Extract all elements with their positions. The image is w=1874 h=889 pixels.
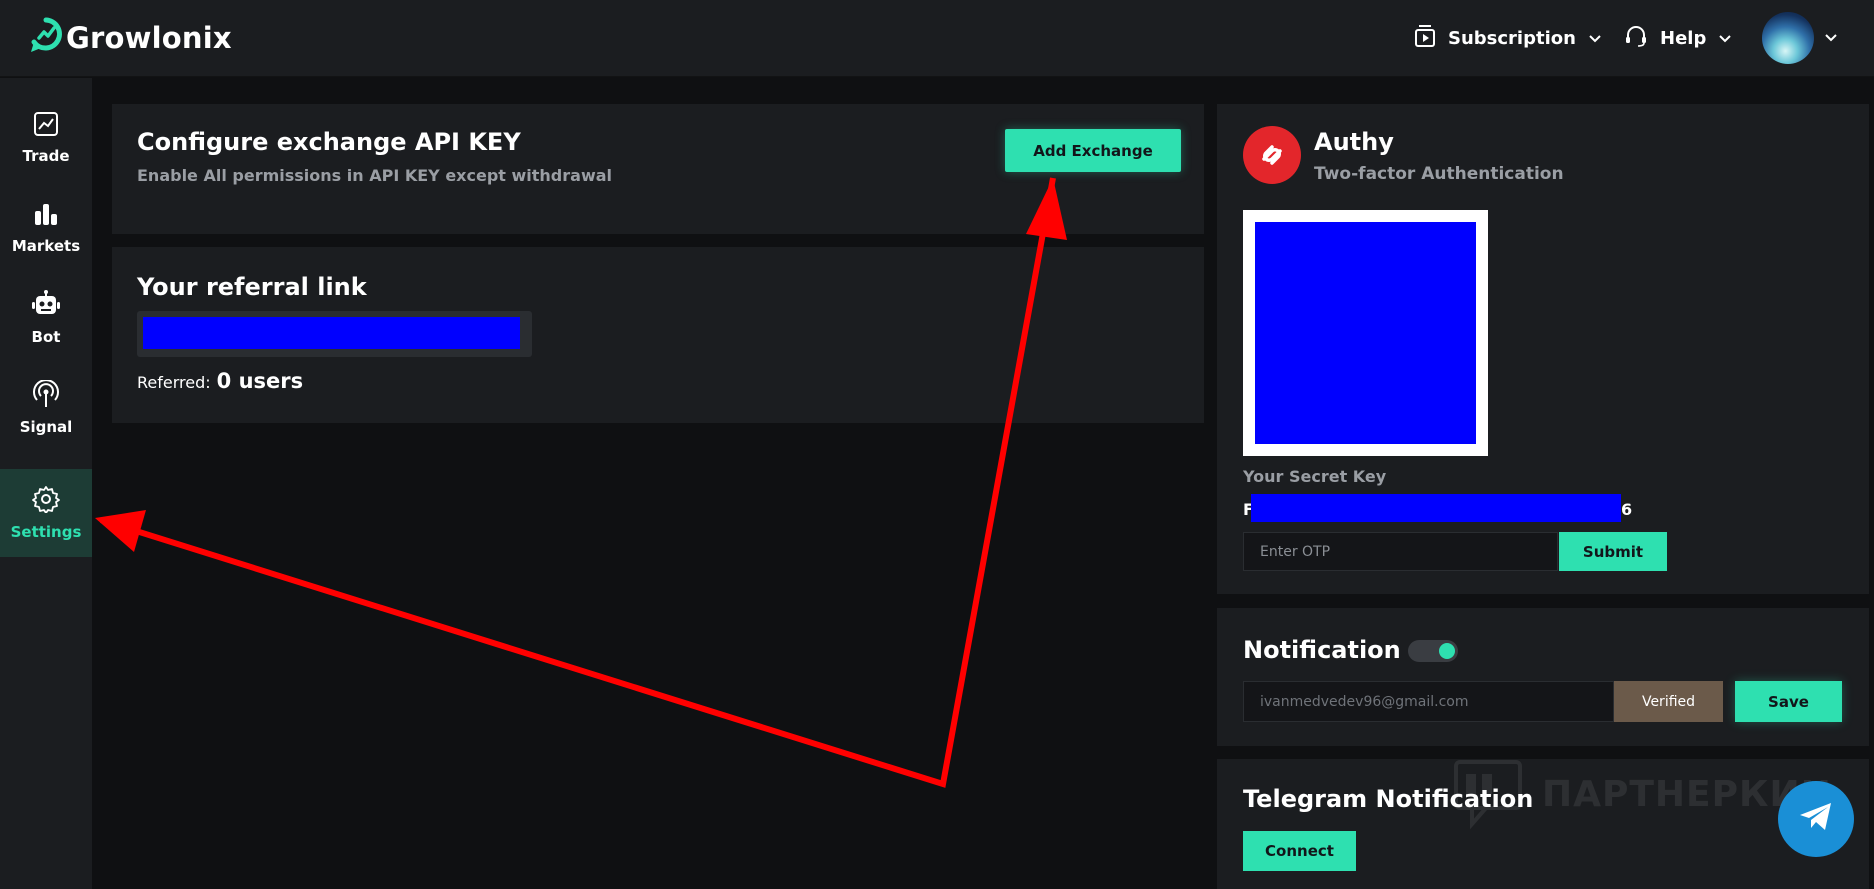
chevron-down-icon xyxy=(1588,28,1602,49)
referral-link-redacted xyxy=(143,317,520,349)
chevron-down-icon xyxy=(1718,28,1732,49)
qr-code-redacted xyxy=(1255,222,1476,444)
sidebar: Trade Markets Bot Signal Settings xyxy=(0,78,92,889)
sidebar-item-trade[interactable]: Trade xyxy=(0,94,92,182)
toggle-knob xyxy=(1439,643,1455,659)
top-header: Growlonix Subscription Help xyxy=(0,0,1874,77)
app-logo[interactable]: Growlonix xyxy=(28,16,232,60)
sidebar-item-bot[interactable]: Bot xyxy=(0,274,92,362)
sidebar-item-label: Markets xyxy=(11,237,81,255)
referred-count-row: Referred: 0 users xyxy=(137,369,303,393)
exchange-title: Configure exchange API KEY xyxy=(137,128,521,156)
authy-panel: Authy Two-factor Authentication Your Sec… xyxy=(1217,104,1869,594)
sidebar-item-label: Settings xyxy=(10,523,82,541)
secret-key-label: Your Secret Key xyxy=(1243,467,1387,486)
referral-panel: Your referral link Referred: 0 users xyxy=(112,247,1204,423)
authy-subtitle: Two-factor Authentication xyxy=(1314,164,1564,184)
paper-plane-icon xyxy=(1798,801,1834,837)
sidebar-item-label: Signal xyxy=(19,418,73,436)
save-button[interactable]: Save xyxy=(1735,681,1842,722)
subscription-menu[interactable]: Subscription xyxy=(1414,24,1602,53)
bar-chart-icon xyxy=(33,201,59,231)
notification-panel: Notification ivanmedvedev96@gmail.com Ve… xyxy=(1217,608,1869,746)
telegram-connect-button[interactable]: Connect xyxy=(1243,831,1356,871)
app-name: Growlonix xyxy=(66,21,232,55)
sidebar-item-label: Trade xyxy=(22,147,70,165)
sidebar-item-signal[interactable]: Signal xyxy=(0,364,92,452)
otp-input[interactable]: Enter OTP xyxy=(1243,532,1558,571)
headset-icon xyxy=(1624,24,1648,53)
referral-link-field[interactable] xyxy=(137,311,532,357)
sidebar-item-label: Bot xyxy=(31,328,61,346)
growlonix-logo-icon xyxy=(28,16,64,60)
authy-title: Authy xyxy=(1314,128,1394,156)
help-menu[interactable]: Help xyxy=(1624,24,1732,53)
help-label: Help xyxy=(1660,28,1707,49)
chart-line-icon xyxy=(33,111,59,141)
exchange-subtitle: Enable All permissions in API KEY except… xyxy=(137,166,613,185)
subscription-icon xyxy=(1414,24,1436,53)
submit-otp-button[interactable]: Submit xyxy=(1559,532,1667,571)
verified-badge: Verified xyxy=(1614,681,1723,722)
referred-label: Referred: xyxy=(137,373,211,392)
subscription-label: Subscription xyxy=(1448,28,1576,49)
referral-title: Your referral link xyxy=(137,273,367,301)
chevron-down-icon[interactable] xyxy=(1824,28,1838,47)
authy-logo-icon xyxy=(1243,126,1301,184)
secret-key-redacted xyxy=(1251,494,1621,522)
user-avatar[interactable] xyxy=(1762,12,1814,64)
email-field[interactable]: ivanmedvedev96@gmail.com xyxy=(1243,681,1614,722)
watermark-chat-icon xyxy=(1454,760,1522,830)
secret-key-suffix: 6 xyxy=(1621,500,1633,519)
watermark: ПАРТНЕРКИН xyxy=(1452,758,1832,830)
exchange-config-panel: Configure exchange API KEY Enable All pe… xyxy=(112,104,1204,234)
secret-key-value: F 6 xyxy=(1243,494,1633,522)
sidebar-item-markets[interactable]: Markets xyxy=(0,184,92,272)
robot-icon xyxy=(31,290,61,322)
gear-icon xyxy=(32,485,60,517)
qr-code-frame xyxy=(1243,210,1488,456)
annotation-arrowhead-settings xyxy=(95,510,146,552)
sidebar-item-settings[interactable]: Settings xyxy=(0,469,92,557)
notification-toggle[interactable] xyxy=(1408,640,1458,662)
add-exchange-button[interactable]: Add Exchange xyxy=(1005,129,1181,172)
telegram-chat-button[interactable] xyxy=(1778,781,1854,857)
referred-count: 0 users xyxy=(216,369,304,393)
signal-icon xyxy=(32,379,60,412)
notification-title: Notification xyxy=(1243,636,1401,664)
